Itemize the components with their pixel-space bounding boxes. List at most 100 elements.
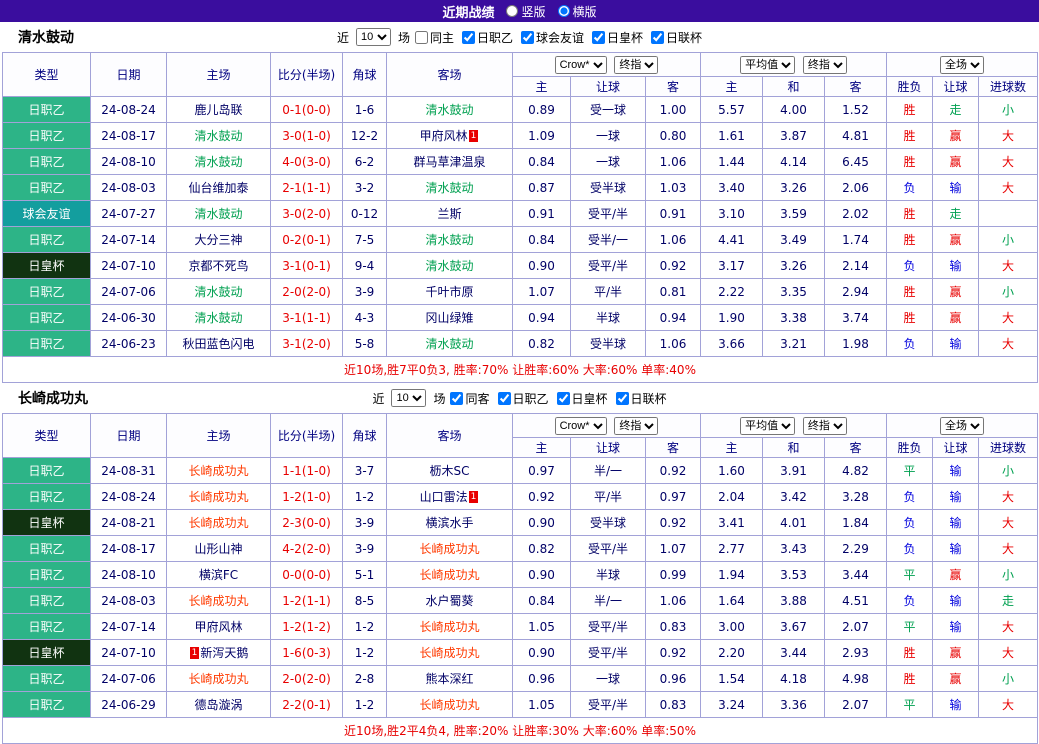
avg-draw: 3.87 (763, 123, 825, 149)
filter-checkbox-input[interactable] (415, 31, 428, 44)
filter-checkbox-input[interactable] (450, 392, 463, 405)
odds-handicap: 受平/半 (571, 640, 646, 666)
average-select[interactable]: 平均值 (740, 417, 795, 435)
match-date: 24-08-24 (91, 97, 167, 123)
away-team: 长崎成功丸 (387, 536, 513, 562)
sub-header-avg-home: 主 (701, 77, 763, 97)
filter-checkbox-input[interactable] (616, 392, 629, 405)
filter-checkboxes: 同客 日职乙 日皇杯 日联杯 (450, 390, 666, 407)
filter-checkbox-label: 日联杯 (666, 29, 702, 46)
games-count-select[interactable]: 10 (391, 389, 426, 407)
result-goals: 大 (979, 305, 1038, 331)
filter-checkbox[interactable]: 日职乙 (462, 29, 513, 46)
match-score: 1-2(1-1) (271, 588, 343, 614)
match-date: 24-08-03 (91, 588, 167, 614)
filter-checkbox[interactable]: 日联杯 (616, 390, 667, 407)
corner-count: 1-2 (343, 614, 387, 640)
bookmaker-select[interactable]: Crow* (555, 56, 607, 74)
vertical-layout-option[interactable]: 竖版 (506, 3, 545, 20)
bookmaker-time-select[interactable]: 终指 (614, 417, 658, 435)
result-goals: 大 (979, 640, 1038, 666)
home-team-name: 德岛漩涡 (194, 698, 242, 712)
match-type: 日职乙 (3, 588, 91, 614)
filter-checkbox-input[interactable] (557, 392, 570, 405)
away-team: 千叶市原 (387, 279, 513, 305)
match-date: 24-08-10 (91, 562, 167, 588)
filter-checkbox-input[interactable] (592, 31, 605, 44)
result-outcome: 胜 (887, 97, 933, 123)
match-score: 1-2(1-2) (271, 614, 343, 640)
corner-count: 3-7 (343, 458, 387, 484)
away-team: 甲府风林1 (387, 123, 513, 149)
result-goals: 大 (979, 510, 1038, 536)
away-team-name: 长崎成功丸 (419, 542, 479, 556)
scope-header: 全场 (887, 414, 1038, 438)
average-time-select[interactable]: 终指 (803, 417, 847, 435)
avg-draw: 3.42 (763, 484, 825, 510)
away-team: 长崎成功丸 (387, 562, 513, 588)
away-team: 长崎成功丸 (387, 692, 513, 718)
horizontal-radio[interactable] (558, 5, 570, 17)
filter-checkbox[interactable]: 日职乙 (498, 390, 549, 407)
filter-checkbox-label: 日联杯 (631, 390, 667, 407)
filter-checkbox-input[interactable] (462, 31, 475, 44)
odds-away: 1.06 (646, 149, 701, 175)
odds-home: 0.84 (513, 227, 571, 253)
team-section-header: 长崎成功丸 近 10 场 同客 日职乙 日皇杯 日联杯 (0, 383, 1039, 413)
odds-away: 0.83 (646, 614, 701, 640)
topbar: 近期战绩 竖版 横版 (0, 0, 1039, 22)
corner-count: 4-3 (343, 305, 387, 331)
home-team: 横滨FC (167, 562, 271, 588)
horizontal-layout-option[interactable]: 横版 (558, 3, 597, 20)
home-team: 京都不死鸟 (167, 253, 271, 279)
filter-checkbox-input[interactable] (498, 392, 511, 405)
sub-header-handicap: 让球 (571, 438, 646, 458)
result-handicap: 赢 (933, 640, 979, 666)
odds-handicap: 受平/半 (571, 201, 646, 227)
match-row: 日职乙 24-06-29 德岛漩涡 2-2(0-1) 1-2 长崎成功丸 1.0… (3, 692, 1038, 718)
games-count-select[interactable]: 10 (356, 28, 391, 46)
col-header-type: 类型 (3, 53, 91, 97)
filter-checkbox[interactable]: 日联杯 (651, 29, 702, 46)
match-type: 球会友谊 (3, 201, 91, 227)
result-outcome: 负 (887, 588, 933, 614)
odds-handicap: 受半球 (571, 331, 646, 357)
sub-header-handicap-result: 让球 (933, 438, 979, 458)
filter-checkbox-input[interactable] (521, 31, 534, 44)
bookmaker-time-select[interactable]: 终指 (614, 56, 658, 74)
result-outcome: 胜 (887, 666, 933, 692)
games-label: 场 (398, 29, 410, 46)
average-time-select[interactable]: 终指 (803, 56, 847, 74)
away-team: 清水鼓动 (387, 97, 513, 123)
filter-checkbox[interactable]: 同主 (415, 29, 454, 46)
home-team-name: 仙台维加泰 (188, 181, 248, 195)
corner-count: 5-8 (343, 331, 387, 357)
average-header: 平均值 终指 (701, 53, 887, 77)
avg-draw: 3.35 (763, 279, 825, 305)
result-handicap: 赢 (933, 562, 979, 588)
away-team: 清水鼓动 (387, 331, 513, 357)
games-label: 场 (433, 390, 445, 407)
match-date: 24-07-14 (91, 614, 167, 640)
home-team: 长崎成功丸 (167, 458, 271, 484)
match-date: 24-07-10 (91, 253, 167, 279)
avg-draw: 3.36 (763, 692, 825, 718)
vertical-radio[interactable] (506, 5, 518, 17)
away-team-name: 清水鼓动 (425, 337, 473, 351)
match-row: 日皇杯 24-07-10 1新泻天鹅 1-6(0-3) 1-2 长崎成功丸 0.… (3, 640, 1038, 666)
filter-checkbox-input[interactable] (651, 31, 664, 44)
bookmaker-select[interactable]: Crow* (555, 417, 607, 435)
odds-away: 0.94 (646, 305, 701, 331)
average-select[interactable]: 平均值 (740, 56, 795, 74)
result-outcome: 胜 (887, 640, 933, 666)
result-handicap: 赢 (933, 227, 979, 253)
filter-checkbox[interactable]: 球会友谊 (521, 29, 584, 46)
scope-select[interactable]: 全场 (940, 417, 984, 435)
filter-checkbox[interactable]: 日皇杯 (557, 390, 608, 407)
odds-home: 1.09 (513, 123, 571, 149)
filter-checkbox[interactable]: 同客 (450, 390, 489, 407)
filter-checkbox[interactable]: 日皇杯 (592, 29, 643, 46)
odds-away: 0.92 (646, 458, 701, 484)
result-outcome: 胜 (887, 227, 933, 253)
scope-select[interactable]: 全场 (940, 56, 984, 74)
